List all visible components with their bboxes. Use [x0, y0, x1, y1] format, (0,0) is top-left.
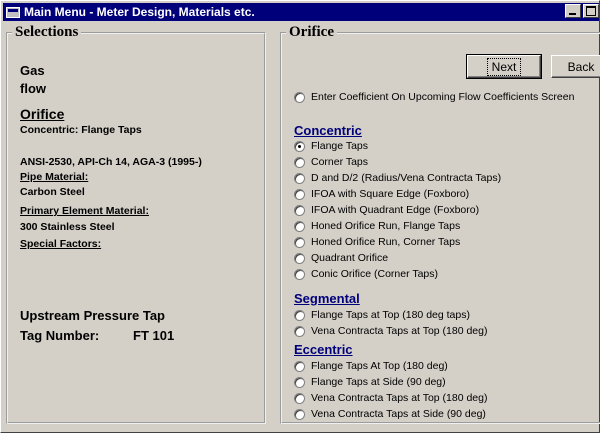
orifice-option-radio[interactable]: Vena Contracta Taps at Top (180 deg)	[294, 392, 488, 404]
radio-indicator[interactable]	[294, 188, 305, 200]
radio-indicator[interactable]	[294, 309, 305, 321]
orifice-option-label: Honed Orifice Run, Corner Taps	[311, 236, 461, 248]
next-button-label: Next	[486, 57, 522, 76]
orifice-option-radio[interactable]: Flange Taps at Top (180 deg taps)	[294, 309, 470, 321]
orifice-option-radio[interactable]: Vena Contracta Taps at Top (180 deg)	[294, 325, 488, 337]
orifice-heading: Orifice	[20, 106, 65, 122]
radio-indicator[interactable]	[294, 204, 305, 216]
orifice-option-label: IFOA with Square Edge (Foxboro)	[311, 188, 470, 200]
orifice-option-radio[interactable]: Flange Taps at Side (90 deg)	[294, 376, 446, 388]
next-button[interactable]: Next	[466, 54, 542, 79]
orifice-option-radio[interactable]: IFOA with Square Edge (Foxboro)	[294, 188, 469, 200]
orifice-option-label: Flange Taps At Top (180 deg)	[311, 360, 448, 372]
radio-indicator[interactable]	[294, 325, 305, 337]
tag-number-label: Tag Number:	[20, 328, 100, 343]
enter-coefficient-radio[interactable]: Enter Coefficient On Upcoming Flow Coeff…	[294, 91, 574, 103]
eccentric-heading: Eccentric	[294, 342, 353, 357]
radio-indicator[interactable]	[294, 376, 305, 388]
orifice-option-radio[interactable]: Quadrant Orifice	[294, 252, 388, 264]
orifice-option-label: Flange Taps at Top (180 deg taps)	[311, 309, 470, 321]
main-menu-window: Main Menu - Meter Design, Materials etc.…	[0, 0, 600, 433]
upstream-tap-label: Upstream Pressure Tap	[20, 308, 165, 323]
orifice-option-radio[interactable]: Honed Orifice Run, Flange Taps	[294, 220, 460, 232]
orifice-option-label: IFOA with Quadrant Edge (Foxboro)	[311, 204, 480, 216]
concentric-heading: Concentric	[294, 123, 362, 138]
orifice-option-radio[interactable]: Flange Taps	[294, 140, 368, 152]
radio-indicator[interactable]	[294, 252, 305, 264]
window-title: Main Menu - Meter Design, Materials etc.	[24, 5, 255, 19]
radio-indicator[interactable]	[294, 156, 305, 168]
orifice-option-radio[interactable]: Conic Orifice (Corner Taps)	[294, 268, 438, 280]
pipe-material-label: Pipe Material:	[20, 171, 89, 183]
orifice-option-radio[interactable]: IFOA with Quadrant Edge (Foxboro)	[294, 204, 479, 216]
orifice-option-label: Corner Taps	[311, 156, 369, 168]
orifice-type-value: Concentric: Flange Taps	[20, 124, 142, 136]
primary-element-value: 300 Stainless Steel	[20, 221, 115, 233]
orifice-option-label: Vena Contracta Taps at Top (180 deg)	[311, 392, 488, 404]
orifice-option-label: Flange Taps	[311, 140, 369, 152]
orifice-option-radio[interactable]: Vena Contracta Taps at Side (90 deg)	[294, 408, 486, 420]
orifice-option-label: Conic Orifice (Corner Taps)	[311, 268, 439, 280]
orifice-option-label: Honed Orifice Run, Flange Taps	[311, 220, 461, 232]
orifice-legend: Orifice	[289, 24, 334, 40]
radio-indicator[interactable]	[294, 392, 305, 404]
fluid-type-line1: Gas	[20, 63, 45, 78]
radio-indicator[interactable]	[294, 360, 305, 372]
orifice-option-label: Vena Contracta Taps at Side (90 deg)	[311, 408, 486, 420]
orifice-option-label: Quadrant Orifice	[311, 252, 389, 264]
enter-coefficient-label: Enter Coefficient On Upcoming Flow Coeff…	[311, 91, 575, 103]
radio-indicator[interactable]	[294, 236, 305, 248]
radio-indicator[interactable]	[294, 140, 305, 152]
primary-element-label: Primary Element Material:	[20, 205, 149, 217]
radio-indicator[interactable]	[294, 408, 305, 420]
tag-number-value: FT 101	[133, 328, 175, 343]
radio-indicator[interactable]	[294, 91, 305, 103]
back-button[interactable]: Back	[551, 55, 600, 78]
orifice-option-label: Flange Taps at Side (90 deg)	[311, 376, 446, 388]
orifice-option-radio[interactable]: Flange Taps At Top (180 deg)	[294, 360, 448, 372]
fluid-type-line2: flow	[20, 81, 46, 96]
title-bar[interactable]: Main Menu - Meter Design, Materials etc.	[3, 3, 599, 21]
maximize-button[interactable]	[583, 4, 599, 18]
orifice-option-radio[interactable]: Honed Orifice Run, Corner Taps	[294, 236, 460, 248]
orifice-option-radio[interactable]: Corner Taps	[294, 156, 368, 168]
orifice-option-label: Vena Contracta Taps at Top (180 deg)	[311, 325, 488, 337]
pipe-material-value: Carbon Steel	[20, 186, 85, 198]
radio-indicator[interactable]	[294, 172, 305, 184]
radio-indicator[interactable]	[294, 268, 305, 280]
segmental-heading: Segmental	[294, 291, 360, 306]
special-factors-label: Special Factors:	[20, 238, 102, 250]
minimize-button[interactable]	[565, 4, 581, 18]
radio-indicator[interactable]	[294, 220, 305, 232]
window-icon[interactable]	[6, 6, 20, 18]
selections-legend: Selections	[15, 24, 79, 40]
title-buttons	[563, 4, 599, 18]
orifice-option-label: D and D/2 (Radius/Vena Contracta Taps)	[311, 172, 502, 184]
orifice-option-radio[interactable]: D and D/2 (Radius/Vena Contracta Taps)	[294, 172, 501, 184]
standards-value: ANSI-2530, API-Ch 14, AGA-3 (1995-)	[20, 156, 202, 168]
back-button-label: Back	[567, 59, 595, 74]
